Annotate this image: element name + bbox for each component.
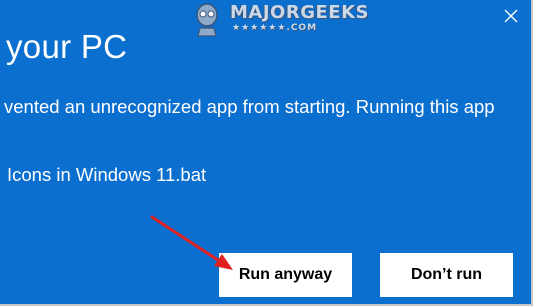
close-icon (504, 9, 517, 23)
dont-run-button[interactable]: Don’t run (380, 253, 513, 297)
run-anyway-button[interactable]: Run anyway (219, 253, 352, 297)
smartscreen-dialog: your PC vented an unrecognized app from … (0, 0, 533, 306)
geek-mascot-logo (196, 3, 218, 37)
close-button[interactable] (490, 0, 531, 32)
dialog-title: your PC (6, 28, 128, 65)
majorgeeks-watermark: MAJORGEEKS ★★★★★★.COM (188, 0, 368, 40)
watermark-name: MAJORGEEKS (230, 2, 369, 23)
dialog-message: vented an unrecognized app from starting… (4, 96, 495, 117)
watermark-sub: ★★★★★★.COM (232, 23, 318, 33)
app-filename: Icons in Windows 11.bat (7, 164, 207, 185)
